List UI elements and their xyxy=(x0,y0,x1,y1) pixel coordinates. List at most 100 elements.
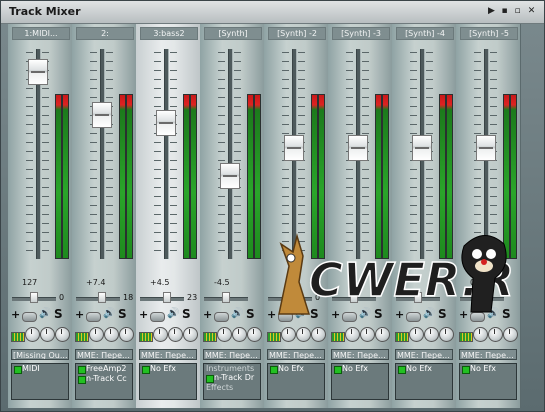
volume-fader-knob[interactable] xyxy=(412,134,432,161)
restore-icon[interactable]: ▫ xyxy=(513,7,522,16)
record-arm-button[interactable] xyxy=(22,312,37,322)
eq-icon[interactable] xyxy=(11,332,25,342)
track-name[interactable]: [Synth] -2 xyxy=(268,27,326,40)
volume-fader-knob[interactable] xyxy=(92,102,112,129)
minimize-icon[interactable]: ▪ xyxy=(500,7,509,16)
track-name[interactable]: [Synth] -4 xyxy=(396,27,454,40)
pan-knob[interactable] xyxy=(30,292,38,303)
add-button[interactable]: + xyxy=(139,308,148,321)
track-strip[interactable]: [Synth] -50.0+🔊SMME: Пере...No Efx xyxy=(456,24,521,408)
menu-item-instruments[interactable]: Instruments xyxy=(204,364,260,373)
add-button[interactable]: + xyxy=(203,308,212,321)
volume-fader-knob[interactable] xyxy=(220,163,240,189)
track-strip[interactable]: 3:bass2 +4.5 23 + 🔊 S MME: Пере... No Efx xyxy=(136,24,201,408)
effects-list[interactable]: No Efx xyxy=(459,363,517,400)
output-select[interactable]: MME: Пере... xyxy=(203,349,261,360)
eq-icon[interactable] xyxy=(459,332,473,342)
aux-send-knob[interactable] xyxy=(183,327,198,342)
pan-slider[interactable] xyxy=(140,297,184,301)
solo-button[interactable]: S xyxy=(54,307,63,321)
eq-icon[interactable] xyxy=(139,332,153,342)
track-name[interactable]: [Synth] xyxy=(204,27,262,40)
effects-list[interactable]: No Efx xyxy=(139,363,197,400)
speaker-icon[interactable]: 🔊 xyxy=(231,308,243,319)
effects-list[interactable]: No Efx xyxy=(331,363,389,400)
aux-send-knob[interactable] xyxy=(473,327,488,342)
effects-list[interactable]: MIDI xyxy=(11,363,69,400)
output-select[interactable]: MME: Пере... xyxy=(267,349,325,360)
solo-button[interactable]: S xyxy=(246,307,255,321)
aux-send-knob[interactable] xyxy=(281,327,296,342)
close-icon[interactable]: ✕ xyxy=(527,7,536,16)
output-select[interactable]: MME: Пере... xyxy=(75,349,133,360)
eq-icon[interactable] xyxy=(331,332,345,342)
track-strip[interactable]: [Synth] -3 + 🔊 S MME: Пере... No Efx xyxy=(328,24,393,408)
aux-send-knob[interactable] xyxy=(311,327,326,342)
output-select[interactable]: MME: Пере... xyxy=(139,349,197,360)
track-name[interactable]: 2: xyxy=(76,27,134,40)
volume-fader-knob[interactable] xyxy=(476,134,496,161)
aux-send-knob[interactable] xyxy=(153,327,168,342)
track-strip[interactable]: 1:MIDI... 127 0 + 🔊 S [Missing Ou... MIDI xyxy=(8,24,73,408)
effect-item[interactable]: n-Track Dr xyxy=(204,373,260,383)
eq-icon[interactable] xyxy=(75,332,89,342)
volume-fader-knob[interactable] xyxy=(284,134,304,161)
menu-item-effects[interactable]: Effects xyxy=(204,383,260,392)
track-strip[interactable]: [Synth] -4 + 🔊 S MME: Пере... No Efx xyxy=(392,24,457,408)
effect-item[interactable]: MIDI xyxy=(12,364,68,374)
add-button[interactable]: + xyxy=(75,308,84,321)
solo-button[interactable]: S xyxy=(118,307,127,321)
aux-send-knob[interactable] xyxy=(89,327,104,342)
volume-fader-knob[interactable] xyxy=(348,134,368,161)
solo-button[interactable]: S xyxy=(182,307,191,321)
track-name[interactable]: [Synth] -3 xyxy=(332,27,390,40)
volume-fader-knob[interactable] xyxy=(156,109,176,136)
aux-send-knob[interactable] xyxy=(503,327,518,342)
aux-send-knob[interactable] xyxy=(488,327,503,342)
effect-item[interactable]: FreeAmp2 xyxy=(76,364,132,374)
aux-send-knob[interactable] xyxy=(296,327,311,342)
effect-item[interactable]: No Efx xyxy=(460,364,516,374)
effect-item[interactable]: No Efx xyxy=(332,364,388,374)
effect-item[interactable]: No Efx xyxy=(140,364,196,374)
play-icon[interactable]: ▶ xyxy=(487,7,496,16)
track-strip[interactable]: [Synth] -20+🔊SMME: Пере...No Efx xyxy=(264,24,329,408)
pan-knob[interactable] xyxy=(163,292,172,303)
aux-send-knob[interactable] xyxy=(345,327,360,342)
eq-icon[interactable] xyxy=(203,332,217,342)
aux-send-knob[interactable] xyxy=(104,327,119,342)
aux-send-knob[interactable] xyxy=(424,327,439,342)
effects-list[interactable]: No Efx xyxy=(395,363,453,400)
aux-send-knob[interactable] xyxy=(168,327,183,342)
aux-send-knob[interactable] xyxy=(40,327,55,342)
aux-send-knob[interactable] xyxy=(247,327,262,342)
aux-send-knob[interactable] xyxy=(25,327,40,342)
output-select[interactable]: MME: Пере... xyxy=(459,349,517,360)
speaker-icon[interactable]: 🔊 xyxy=(39,308,51,319)
eq-icon[interactable] xyxy=(267,332,281,342)
track-strip[interactable]: 2: +7.4 18 + 🔊 S MME: Пере... FreeAmp2 n-Track C… xyxy=(72,24,137,408)
output-select[interactable]: MME: Пере... xyxy=(395,349,453,360)
speaker-icon[interactable]: 🔊 xyxy=(103,308,115,319)
aux-send-knob[interactable] xyxy=(55,327,70,342)
aux-send-knob[interactable] xyxy=(217,327,232,342)
effects-list[interactable]: No Efx xyxy=(267,363,325,400)
output-select[interactable]: [Missing Ou... xyxy=(11,349,69,360)
effects-list[interactable]: FreeAmp2 n-Track Cc xyxy=(75,363,133,400)
effect-item[interactable]: No Efx xyxy=(396,364,452,374)
effect-item[interactable]: n-Track Cc xyxy=(76,374,132,384)
speaker-icon[interactable]: 🔊 xyxy=(167,308,179,319)
record-arm-button[interactable] xyxy=(214,312,229,322)
aux-send-knob[interactable] xyxy=(375,327,390,342)
volume-fader-track[interactable] xyxy=(100,49,105,259)
effect-item[interactable]: No Efx xyxy=(268,364,324,374)
track-strip[interactable]: [Synth] -4.5 + 🔊 S MME: Пере... Instruments n-T… xyxy=(200,24,265,408)
pan-knob[interactable] xyxy=(222,292,230,303)
aux-send-knob[interactable] xyxy=(232,327,247,342)
aux-send-knob[interactable] xyxy=(119,327,134,342)
effects-list[interactable]: Instruments n-Track Dr Effects xyxy=(203,363,261,400)
add-button[interactable]: + xyxy=(11,308,20,321)
track-name[interactable]: 1:MIDI... xyxy=(12,27,70,40)
track-name[interactable]: 3:bass2 xyxy=(140,27,198,40)
volume-fader-track[interactable] xyxy=(164,49,169,259)
